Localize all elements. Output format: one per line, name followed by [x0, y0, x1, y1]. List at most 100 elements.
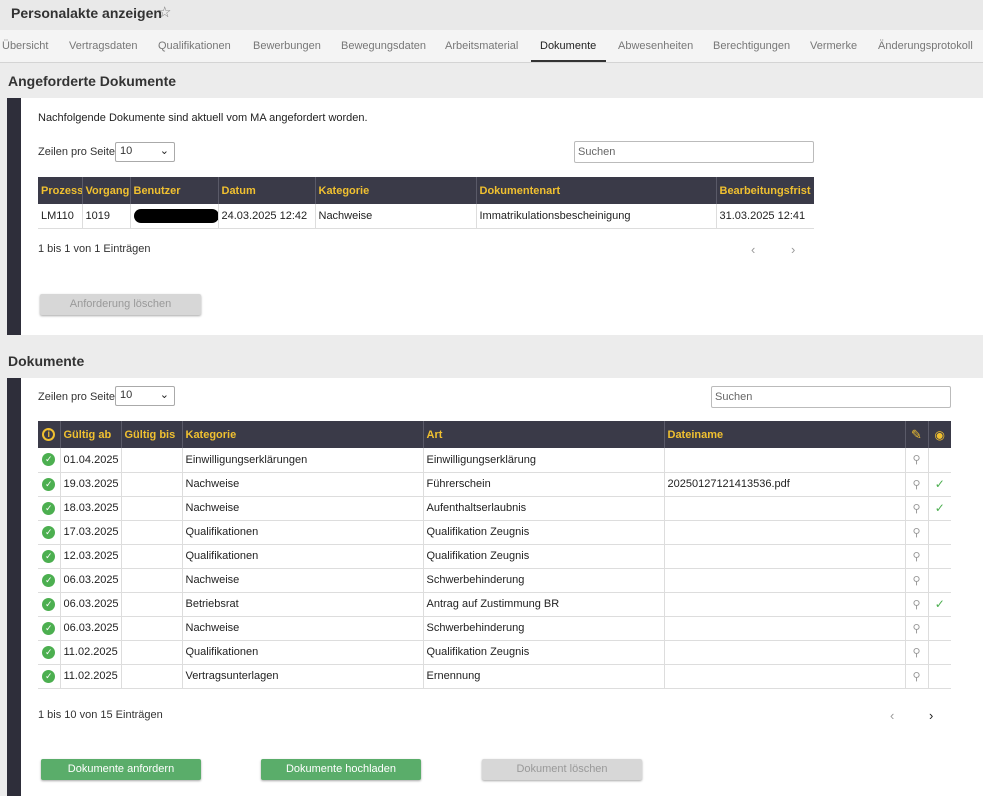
cell-gueltig-bis — [121, 496, 183, 521]
search-icon[interactable]: ⚲ — [912, 503, 920, 515]
table-row[interactable]: ✓ 12.03.2025 Qualifikationen Qualifikation … — [38, 544, 951, 569]
column-header-bearbeitungsfrist[interactable]: Bearbeitungsfrist — [716, 177, 814, 204]
cell-dateiname[interactable] — [664, 616, 906, 641]
tab-qualifikationen[interactable]: Qualifikationen — [158, 40, 231, 52]
requested-hint-text: Nachfolgende Dokumente sind aktuell vom … — [38, 112, 368, 124]
requested-documents-table: Prozess Vorgang Benutzer Datum Kategorie… — [38, 177, 814, 229]
table-row[interactable]: ✓ 06.03.2025 Betriebsrat Antrag auf Zustimm… — [38, 592, 951, 617]
table-row[interactable]: ✓ 19.03.2025 Nachweise Führerschein 20250127… — [38, 472, 951, 497]
request-documents-button[interactable]: Dokumente anfordern — [41, 759, 201, 780]
next-page-icon[interactable]: › — [929, 708, 933, 723]
cell-dateiname[interactable] — [664, 448, 906, 473]
upload-documents-button[interactable]: Dokumente hochladen — [261, 759, 421, 780]
table-row[interactable]: ✓ 17.03.2025 Qualifikationen Qualifikation … — [38, 520, 951, 545]
prev-page-icon[interactable]: ‹ — [751, 242, 755, 257]
cell-gueltig-ab: 06.03.2025 — [60, 592, 122, 617]
column-header-kategorie[interactable]: Kategorie — [315, 177, 477, 204]
cell-dateiname[interactable] — [664, 664, 906, 689]
search-icon[interactable]: ⚲ — [912, 479, 920, 491]
tab-vermerke[interactable]: Vermerke — [810, 40, 857, 52]
cell-dateiname[interactable] — [664, 568, 906, 593]
cell-status: ✓ — [38, 448, 61, 473]
cell-gueltig-ab: 17.03.2025 — [60, 520, 122, 545]
cell-preview[interactable]: ⚲ — [905, 616, 929, 641]
tab-bewegungsdaten[interactable]: Bewegungsdaten — [341, 40, 426, 52]
requested-search-input[interactable]: Suchen — [574, 141, 814, 163]
delete-document-button[interactable]: Dokument löschen — [482, 759, 642, 780]
column-header-vorgang[interactable]: Vorgang — [82, 177, 131, 204]
tab-abwesenheiten[interactable]: Abwesenheiten — [618, 40, 693, 52]
status-ok-icon: ✓ — [42, 549, 56, 563]
table-row[interactable]: ✓ 06.03.2025 Nachweise Schwerbehinderung ⚲ — [38, 616, 951, 641]
cell-dateiname[interactable] — [664, 592, 906, 617]
column-header-datum[interactable]: Datum — [218, 177, 316, 204]
cell-preview[interactable]: ⚲ — [905, 640, 929, 665]
cell-preview[interactable]: ⚲ — [905, 592, 929, 617]
favorite-star-icon[interactable]: ☆ — [158, 3, 171, 21]
column-header-prozess[interactable]: Prozess — [38, 177, 83, 204]
search-icon[interactable]: ⚲ — [912, 599, 920, 611]
cell-preview[interactable]: ⚲ — [905, 568, 929, 593]
cell-status: ✓ — [38, 664, 61, 689]
cell-preview[interactable]: ⚲ — [905, 472, 929, 497]
cell-preview[interactable]: ⚲ — [905, 544, 929, 569]
prev-page-icon[interactable]: ‹ — [890, 708, 894, 723]
cell-viewed — [928, 544, 951, 569]
tab-arbeitsmaterial[interactable]: Arbeitsmaterial — [445, 40, 518, 52]
cell-gueltig-bis — [121, 472, 183, 497]
tab-uebersicht[interactable]: Übersicht — [2, 40, 48, 52]
column-header-dokumentenart[interactable]: Dokumentenart — [476, 177, 717, 204]
column-header-kategorie[interactable]: Kategorie — [182, 421, 424, 448]
cell-dateiname[interactable] — [664, 640, 906, 665]
column-header-art[interactable]: Art — [423, 421, 665, 448]
cell-benutzer — [130, 204, 219, 229]
status-ok-icon: ✓ — [42, 477, 56, 491]
cell-art: Qualifikation Zeugnis — [423, 544, 665, 569]
documents-search-input[interactable]: Suchen — [711, 386, 951, 408]
search-icon[interactable]: ⚲ — [912, 551, 920, 563]
search-icon[interactable]: ⚲ — [912, 575, 920, 587]
search-icon[interactable]: ⚲ — [912, 454, 920, 466]
cell-gueltig-bis — [121, 568, 183, 593]
column-header-gueltig-ab[interactable]: Gültig ab — [60, 421, 122, 448]
search-icon[interactable]: ⚲ — [912, 527, 920, 539]
cell-status: ✓ — [38, 544, 61, 569]
cell-dateiname[interactable] — [664, 496, 906, 521]
status-ok-icon: ✓ — [42, 621, 56, 635]
cell-datum: 24.03.2025 12:42 — [218, 204, 316, 229]
rows-per-page-select[interactable]: 10 ⌄ — [115, 142, 175, 162]
cell-dateiname[interactable] — [664, 520, 906, 545]
cell-preview[interactable]: ⚲ — [905, 520, 929, 545]
tab-berechtigungen[interactable]: Berechtigungen — [713, 40, 790, 52]
column-header-edit: ✎ — [905, 421, 929, 448]
table-row[interactable]: ✓ 01.04.2025 Einwilligungserklärungen Einwi… — [38, 448, 951, 473]
rows-per-page-select[interactable]: 10 ⌄ — [115, 386, 175, 406]
cell-status: ✓ — [38, 616, 61, 641]
tab-vertragsdaten[interactable]: Vertragsdaten — [69, 40, 138, 52]
table-row[interactable]: ✓ 11.02.2025 Vertragsunterlagen Ernennung ⚲ — [38, 664, 951, 689]
cell-dateiname[interactable]: 20250127121413536.pdf — [664, 472, 906, 497]
tab-aenderungsprotokoll[interactable]: Änderungsprotokoll — [878, 40, 973, 52]
table-row[interactable]: LM110 1019 24.03.2025 12:42 Nachweise Im… — [38, 204, 814, 229]
cell-gueltig-bis — [121, 520, 183, 545]
cell-viewed: ✓ — [928, 496, 951, 521]
cell-preview[interactable]: ⚲ — [905, 496, 929, 521]
next-page-icon[interactable]: › — [791, 242, 795, 257]
rows-per-page-label: Zeilen pro Seite — [38, 146, 116, 158]
table-row[interactable]: ✓ 06.03.2025 Nachweise Schwerbehinderung ⚲ — [38, 568, 951, 593]
cell-dateiname[interactable] — [664, 544, 906, 569]
tab-bewerbungen[interactable]: Bewerbungen — [253, 40, 321, 52]
search-icon[interactable]: ⚲ — [912, 647, 920, 659]
delete-request-button[interactable]: Anforderung löschen — [40, 294, 201, 315]
chevron-down-icon: ⌄ — [159, 145, 169, 157]
tab-dokumente[interactable]: Dokumente — [540, 40, 596, 52]
column-header-gueltig-bis[interactable]: Gültig bis — [121, 421, 183, 448]
table-row[interactable]: ✓ 18.03.2025 Nachweise Aufenthaltserlaubnis… — [38, 496, 951, 521]
cell-preview[interactable]: ⚲ — [905, 664, 929, 689]
search-icon[interactable]: ⚲ — [912, 623, 920, 635]
cell-preview[interactable]: ⚲ — [905, 448, 929, 473]
table-row[interactable]: ✓ 11.02.2025 Qualifikationen Qualifikation … — [38, 640, 951, 665]
search-icon[interactable]: ⚲ — [912, 671, 920, 683]
column-header-benutzer[interactable]: Benutzer — [130, 177, 219, 204]
column-header-dateiname[interactable]: Dateiname — [664, 421, 906, 448]
